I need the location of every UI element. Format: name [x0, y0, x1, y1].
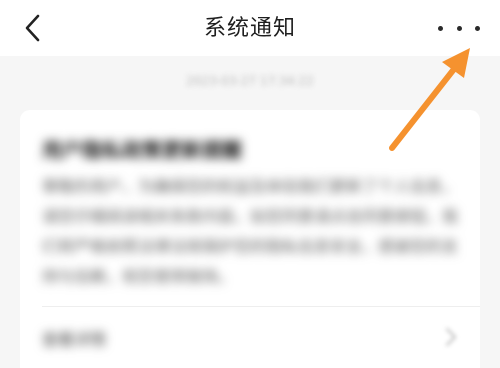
- notification-body: 尊敬的用户，为确保您的权益及体验我们更新了个人信息，请您仔细阅读相关条款内容。如…: [42, 177, 459, 286]
- top-navigation-bar: 系统通知: [0, 0, 500, 56]
- notification-title: 用户隐私政策更新提醒: [42, 138, 242, 162]
- view-details-label: 查看详情: [42, 330, 107, 349]
- notification-card: 用户隐私政策更新提醒 尊敬的用户，为确保您的权益及体验我们更新了个人信息，请您仔…: [20, 110, 480, 368]
- divider: [42, 306, 480, 307]
- more-dot-icon: [475, 25, 480, 31]
- more-dot-icon: [438, 25, 443, 31]
- view-details-row[interactable]: 查看详情: [42, 324, 458, 352]
- more-dot-icon: [456, 25, 462, 31]
- chevron-right-icon: [446, 328, 456, 346]
- page-title: 系统通知: [203, 16, 296, 41]
- more-options-button[interactable]: [438, 14, 480, 42]
- screen: 系统通知 2023-03-27 17:34:22 用户隐私政策更新提醒 尊敬的用…: [0, 0, 500, 368]
- notification-timestamp: 2023-03-27 17:34:22: [186, 74, 314, 88]
